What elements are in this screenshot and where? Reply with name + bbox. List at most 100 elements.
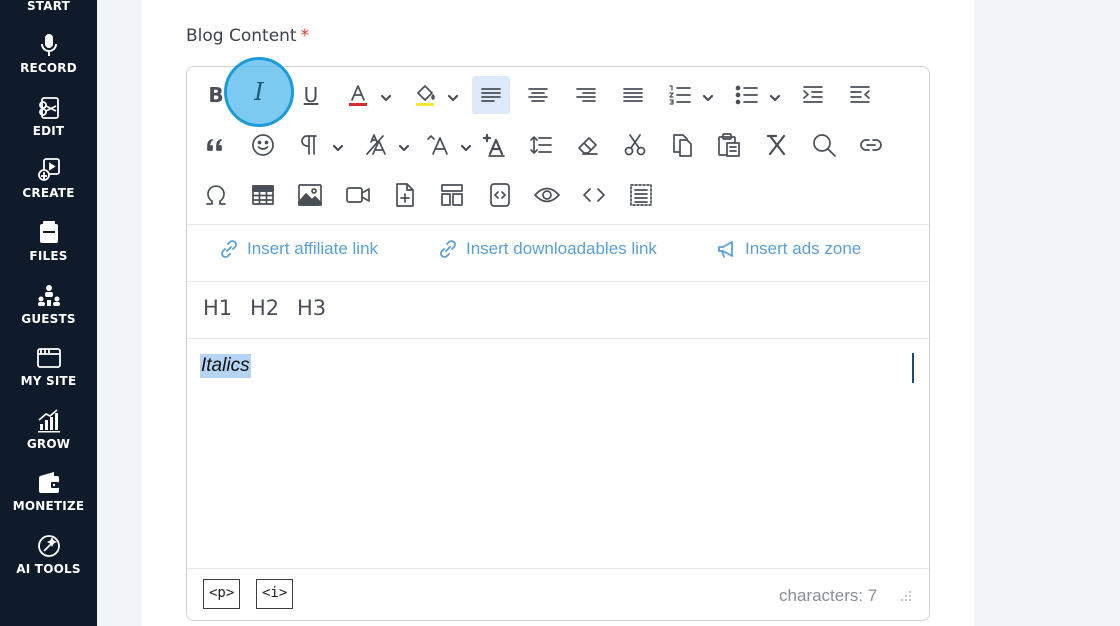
select-all-icon bbox=[630, 184, 652, 206]
outdent-icon bbox=[850, 86, 870, 103]
insert-video-button[interactable] bbox=[339, 176, 377, 214]
sidebar-item-edit[interactable]: EDIT bbox=[0, 95, 97, 138]
file-plus-icon bbox=[396, 183, 414, 207]
insert-ads-zone-button[interactable]: Insert ads zone bbox=[717, 239, 861, 259]
insert-link-button[interactable] bbox=[852, 126, 890, 164]
toolbar-divider bbox=[187, 224, 929, 225]
smiley-icon bbox=[252, 134, 274, 156]
sidebar-item-label: EDIT bbox=[32, 124, 65, 138]
emoji-button[interactable] bbox=[244, 126, 282, 164]
font-family-button[interactable] bbox=[357, 126, 413, 164]
indent-icon bbox=[803, 86, 823, 103]
chevron-down-icon bbox=[380, 94, 392, 102]
code-file-icon bbox=[490, 183, 510, 207]
chevron-down-icon bbox=[447, 94, 459, 102]
font-size-button[interactable] bbox=[419, 126, 475, 164]
align-justify-icon bbox=[623, 88, 643, 102]
grow-icon bbox=[37, 409, 60, 433]
heading-3-button[interactable]: H3 bbox=[297, 296, 326, 320]
paste-button[interactable] bbox=[710, 126, 748, 164]
select-all-button[interactable] bbox=[622, 176, 660, 214]
field-label-text: Blog Content bbox=[186, 26, 297, 46]
insert-template-button[interactable] bbox=[433, 176, 471, 214]
sidebar-item-my-site[interactable]: MY SITE bbox=[0, 345, 97, 388]
heading-1-button[interactable]: H1 bbox=[203, 296, 232, 320]
line-height-button[interactable] bbox=[522, 126, 560, 164]
font-color-icon bbox=[349, 85, 367, 106]
sidebar-item-ai-tools[interactable]: AI TOOLS bbox=[0, 533, 97, 576]
insert-table-button[interactable] bbox=[244, 176, 282, 214]
quote-icon bbox=[207, 139, 222, 151]
link-icon bbox=[440, 240, 456, 258]
indent-button[interactable] bbox=[794, 76, 832, 114]
resize-handle-icon[interactable] bbox=[898, 588, 912, 602]
line-height-icon bbox=[530, 136, 552, 154]
chevron-down-icon bbox=[702, 94, 714, 102]
files-icon bbox=[39, 221, 58, 243]
outdent-button[interactable] bbox=[841, 76, 879, 114]
special-characters-button[interactable] bbox=[197, 176, 235, 214]
bold-button[interactable]: B bbox=[197, 76, 235, 114]
clear-formatting-button[interactable] bbox=[569, 126, 607, 164]
omega-icon bbox=[206, 185, 226, 205]
source-code-button[interactable] bbox=[575, 176, 613, 214]
align-center-icon bbox=[528, 88, 548, 102]
sidebar-item-files[interactable]: FILES bbox=[0, 220, 97, 263]
editor-content-area[interactable] bbox=[188, 339, 928, 568]
sidebar-item-label: FILES bbox=[29, 249, 68, 263]
image-icon bbox=[298, 184, 322, 206]
font-color-button[interactable] bbox=[339, 76, 395, 114]
ordered-list-icon bbox=[669, 85, 691, 105]
element-path-i[interactable]: <i> bbox=[256, 579, 294, 609]
align-left-button[interactable] bbox=[472, 76, 510, 114]
table-icon bbox=[252, 185, 274, 205]
paragraph-format-button[interactable] bbox=[291, 126, 347, 164]
align-center-button[interactable] bbox=[519, 76, 557, 114]
align-justify-button[interactable] bbox=[614, 76, 652, 114]
sidebar-item-record[interactable]: RECORD bbox=[0, 32, 97, 75]
sidebar-item-label: MONETIZE bbox=[12, 499, 85, 513]
cut-button[interactable] bbox=[616, 126, 654, 164]
toolbar-divider bbox=[187, 281, 929, 282]
insert-image-button[interactable] bbox=[291, 176, 329, 214]
edit-icon bbox=[38, 97, 59, 119]
align-left-icon bbox=[481, 88, 501, 102]
sidebar-item-grow[interactable]: GROW bbox=[0, 408, 97, 451]
microphone-icon bbox=[40, 34, 57, 56]
bullet-list-button[interactable] bbox=[728, 76, 784, 114]
pilcrow-icon bbox=[301, 135, 317, 155]
scissors-icon bbox=[624, 134, 646, 156]
font-family-icon bbox=[366, 134, 386, 155]
preview-button[interactable] bbox=[528, 176, 566, 214]
remove-format-button[interactable] bbox=[758, 126, 796, 164]
heading-2-button[interactable]: H2 bbox=[250, 296, 279, 320]
sidebar-item-label: CREATE bbox=[22, 186, 75, 200]
bold-label: B bbox=[208, 83, 224, 107]
font-size-icon bbox=[427, 135, 448, 155]
insert-file-button[interactable] bbox=[386, 176, 424, 214]
blockquote-button[interactable] bbox=[197, 126, 235, 164]
eraser-icon bbox=[578, 137, 598, 155]
sidebar-item-guests[interactable]: GUESTS bbox=[0, 283, 97, 326]
megaphone-icon bbox=[718, 241, 733, 258]
underline-button[interactable]: U bbox=[292, 76, 330, 114]
ordered-list-button[interactable] bbox=[661, 76, 717, 114]
element-path-p[interactable]: <p> bbox=[203, 579, 241, 609]
sidebar-item-monetize[interactable]: MONETIZE bbox=[0, 470, 97, 513]
copy-button[interactable] bbox=[663, 126, 701, 164]
highlight-color-button[interactable] bbox=[406, 76, 462, 114]
chevron-down-icon bbox=[332, 144, 344, 152]
insert-affiliate-link-button[interactable]: Insert affiliate link bbox=[219, 239, 378, 259]
sidebar-item-label: MY SITE bbox=[20, 374, 77, 388]
inline-style-button[interactable] bbox=[474, 126, 512, 164]
required-mark: * bbox=[300, 26, 310, 46]
sidebar-item-label: AI TOOLS bbox=[16, 562, 81, 576]
sidebar-item-start[interactable]: START bbox=[0, 0, 97, 13]
search-button[interactable] bbox=[805, 126, 843, 164]
insert-downloadables-link-button[interactable]: Insert downloadables link bbox=[438, 239, 657, 259]
sidebar-item-label: START bbox=[26, 0, 71, 13]
sidebar-item-create[interactable]: CREATE bbox=[0, 157, 97, 200]
embed-code-button[interactable] bbox=[481, 176, 519, 214]
align-right-button[interactable] bbox=[567, 76, 605, 114]
video-camera-icon bbox=[346, 187, 370, 203]
